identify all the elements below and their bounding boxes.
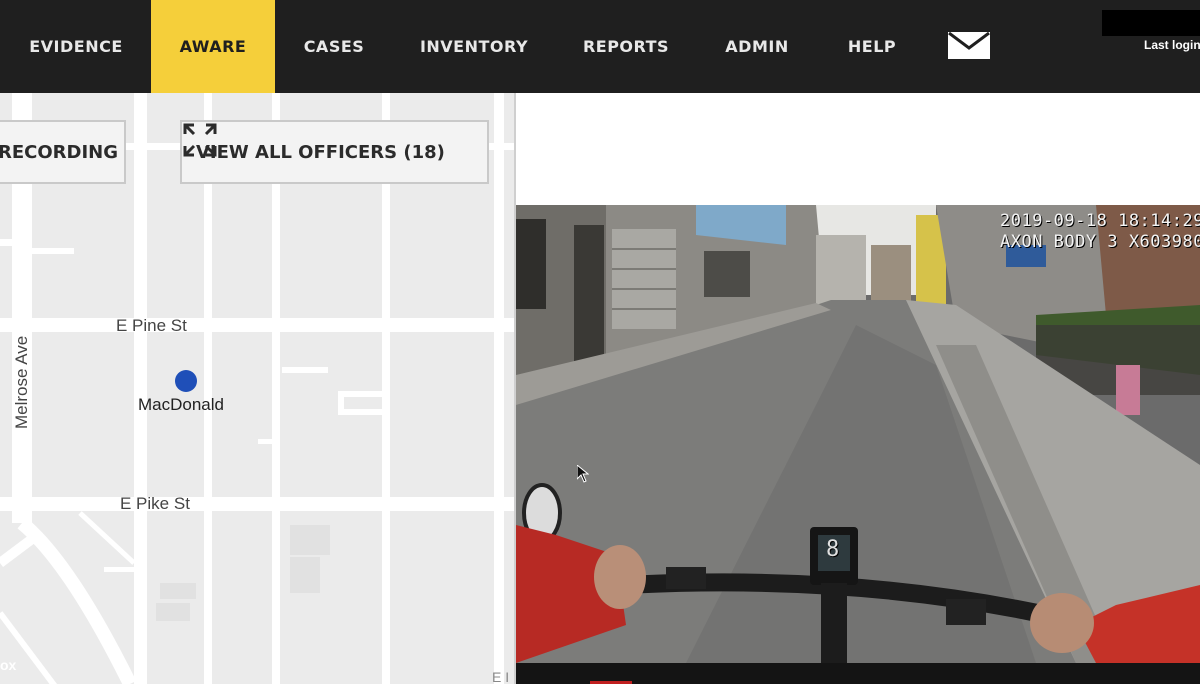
video-controls-bar[interactable] [516, 663, 1200, 684]
view-all-officers-button[interactable]: VIEW ALL OFFICERS (18) [180, 120, 489, 184]
recording-button-label: RECORDING (3) [0, 141, 124, 163]
nav-cases[interactable]: CASES [284, 0, 384, 93]
video-device-id: AXON BODY 3 X603980 [1000, 232, 1200, 252]
map-panel[interactable]: RECORDING (3) VIEW ALL OFFICERS (18) E P… [0, 93, 514, 684]
nav-admin[interactable]: ADMIN [712, 0, 802, 93]
street-label-e-pine: E Pine St [116, 316, 187, 335]
street-label-e-pike: E Pike St [120, 494, 190, 513]
recording-button[interactable]: RECORDING (3) [0, 120, 126, 184]
nav-evidence[interactable]: EVIDENCE [14, 0, 138, 93]
map-attribution-text: E I [492, 669, 510, 684]
nav-reports[interactable]: REPORTS [568, 0, 684, 93]
nav-aware[interactable]: AWARE [151, 0, 275, 93]
nav-inventory[interactable]: INVENTORY [406, 0, 542, 93]
street-label-melrose: Melrose Ave [12, 335, 31, 429]
map-attribution-logo: ox [0, 657, 17, 673]
top-nav: EVIDENCE AWARE CASES INVENTORY REPORTS A… [0, 0, 1200, 93]
video-frame [516, 205, 1200, 663]
view-all-officers-label: VIEW ALL OFFICERS (18) [196, 141, 445, 163]
expand-arrows-icon [183, 123, 217, 157]
nav-help[interactable]: HELP [836, 0, 908, 93]
last-login-label: Last login [1144, 38, 1200, 52]
mail-icon[interactable] [948, 32, 990, 59]
officer-location-marker[interactable] [175, 370, 197, 392]
mouse-cursor-icon [577, 465, 589, 483]
user-name-redacted[interactable] [1102, 10, 1200, 36]
bike-display-digit: 8 [826, 537, 840, 562]
bodycam-video[interactable]: 2019-09-18 18:14:29 AXON BODY 3 X603980 … [516, 205, 1200, 663]
officer-name-label[interactable]: MacDonald [138, 395, 224, 415]
video-timestamp: 2019-09-18 18:14:29 [1000, 211, 1200, 231]
